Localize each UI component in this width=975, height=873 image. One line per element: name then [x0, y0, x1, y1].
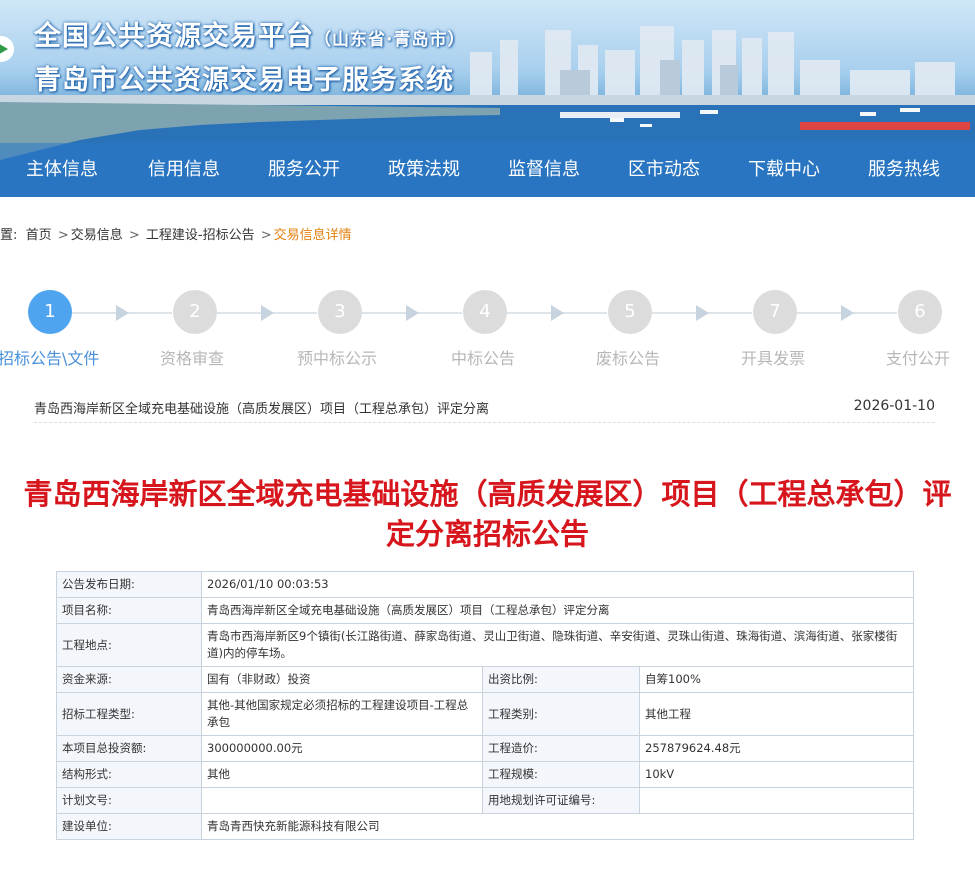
value-cost: 257879624.48元 [639, 735, 914, 762]
nav-item-entity-info[interactable]: 主体信息 [0, 143, 124, 197]
breadcrumb-current: 交易信息详情 [273, 228, 352, 243]
value-land-permit [639, 787, 914, 814]
announcement-title: 青岛西海岸新区全域充电基础设施（高质发展区）项目（工程总承包）评定分离招标公告 [23, 477, 952, 551]
step-label-qualification[interactable]: 资格审查 [160, 345, 224, 369]
value-fund-source: 国有（非财政）投资 [201, 666, 483, 693]
nav-item-policies[interactable]: 政策法规 [364, 143, 484, 197]
label-scale: 工程规模: [482, 761, 640, 788]
label-project-type: 招标工程类型: [56, 692, 202, 736]
notice-date: 2026-01-10 [853, 398, 935, 414]
value-project-type: 其他-其他国家规定必须招标的工程建设项目-工程总承包 [201, 692, 483, 736]
table-row: 公告发布日期: 2026/01/10 00:03:53 [56, 571, 914, 598]
label-land-permit: 用地规划许可证编号: [482, 787, 640, 814]
step-2-circle[interactable]: 2 [173, 290, 217, 334]
table-row: 资金来源: 国有（非财政）投资 出资比例: 自筹100% [56, 666, 914, 693]
step-7-circle[interactable]: 7 [753, 290, 797, 334]
table-row: 结构形式: 其他 工程规模: 10kV [56, 761, 914, 788]
nav-item-service-disclosure[interactable]: 服务公开 [244, 143, 364, 197]
value-publish-date: 2026/01/10 00:03:53 [201, 571, 914, 598]
nav-item-district-news[interactable]: 区市动态 [604, 143, 724, 197]
nav-item-credit-info[interactable]: 信用信息 [124, 143, 244, 197]
label-location: 工程地点: [56, 623, 202, 667]
platform-logo [0, 36, 14, 62]
value-structure: 其他 [201, 761, 483, 788]
step-3-circle[interactable]: 3 [318, 290, 362, 334]
step-label-award-notice[interactable]: 中标公告 [451, 345, 515, 369]
notice-header-row: 青岛西海岸新区全域充电基础设施（高质发展区）项目（工程总承包）评定分离 2026… [34, 398, 935, 423]
main-nav: 主体信息 信用信息 服务公开 政策法规 监督信息 区市动态 下载中心 服务热线 [0, 143, 975, 197]
breadcrumb-prefix: 置: [0, 228, 18, 243]
label-builder: 建设单位: [56, 813, 202, 840]
value-scale: 10kV [639, 761, 914, 788]
platform-title: 全国公共资源交易平台（山东省·青岛市） [34, 14, 465, 53]
step-label-cancellation[interactable]: 废标公告 [596, 345, 660, 369]
table-row: 建设单位: 青岛青西快充新能源科技有限公司 [56, 813, 914, 840]
table-row: 项目名称: 青岛西海岸新区全域充电基础设施（高质发展区）项目（工程总承包）评定分… [56, 597, 914, 624]
step-label-tender-notice[interactable]: 招标公告\文件 [0, 345, 99, 369]
project-info-table: 公告发布日期: 2026/01/10 00:03:53 项目名称: 青岛西海岸新… [56, 571, 914, 840]
value-fund-ratio: 自筹100% [639, 666, 914, 693]
nav-item-supervision[interactable]: 监督信息 [484, 143, 604, 197]
label-structure: 结构形式: [56, 761, 202, 788]
step-4-circle[interactable]: 4 [463, 290, 507, 334]
value-total-investment: 300000000.00元 [201, 735, 483, 762]
label-total-investment: 本项目总投资额: [56, 735, 202, 762]
breadcrumb-home[interactable]: 首页 [26, 228, 52, 243]
process-steps: 1 2 3 4 5 7 6 招标公告\文件 资格审查 预中标公示 中标公告 废标… [0, 290, 975, 370]
platform-title-main: 全国公共资源交易平台 [34, 21, 314, 52]
nav-item-hotline[interactable]: 服务热线 [844, 143, 964, 197]
table-row: 本项目总投资额: 300000000.00元 工程造价: 257879624.4… [56, 735, 914, 762]
system-title: 青岛市公共资源交易电子服务系统 [34, 65, 454, 96]
table-row: 招标工程类型: 其他-其他国家规定必须招标的工程建设项目-工程总承包 工程类别:… [56, 692, 914, 736]
table-row: 计划文号: 用地规划许可证编号: [56, 787, 914, 814]
site-header: 全国公共资源交易平台（山东省·青岛市） 青岛市公共资源交易电子服务系统 主体信息… [0, 0, 975, 197]
label-cost: 工程造价: [482, 735, 640, 762]
label-fund-source: 资金来源: [56, 666, 202, 693]
label-publish-date: 公告发布日期: [56, 571, 202, 598]
platform-title-region: （山东省·青岛市） [314, 30, 466, 50]
value-location: 青岛市西海岸新区9个镇街(长江路街道、薛家岛街道、灵山卫街道、隐珠街道、辛安街道… [201, 623, 914, 667]
label-plan-doc: 计划文号: [56, 787, 202, 814]
step-label-pre-award[interactable]: 预中标公示 [297, 345, 377, 369]
value-project-name: 青岛西海岸新区全域充电基础设施（高质发展区）项目（工程总承包）评定分离 [201, 597, 914, 624]
value-plan-doc [201, 787, 483, 814]
label-category: 工程类别: [482, 692, 640, 736]
step-6-circle[interactable]: 6 [898, 290, 942, 334]
label-project-name: 项目名称: [56, 597, 202, 624]
breadcrumb-engineering-tender[interactable]: 工程建设-招标公告 [146, 228, 255, 243]
label-fund-ratio: 出资比例: [482, 666, 640, 693]
notice-title: 青岛西海岸新区全域充电基础设施（高质发展区）项目（工程总承包）评定分离 [34, 402, 490, 417]
breadcrumb-trade-info[interactable]: 交易信息 [71, 228, 123, 243]
step-label-payment[interactable]: 支付公开 [886, 345, 950, 369]
value-category: 其他工程 [639, 692, 914, 736]
step-label-invoice[interactable]: 开具发票 [741, 345, 805, 369]
nav-item-downloads[interactable]: 下载中心 [724, 143, 844, 197]
value-builder: 青岛青西快充新能源科技有限公司 [201, 813, 914, 840]
step-5-circle[interactable]: 5 [608, 290, 652, 334]
step-1-circle[interactable]: 1 [28, 290, 72, 334]
table-row: 工程地点: 青岛市西海岸新区9个镇街(长江路街道、薛家岛街道、灵山卫街道、隐珠街… [56, 623, 914, 667]
breadcrumb: 置: 首页 > 交易信息 > 工程建设-招标公告 > 交易信息详情 [0, 228, 352, 243]
